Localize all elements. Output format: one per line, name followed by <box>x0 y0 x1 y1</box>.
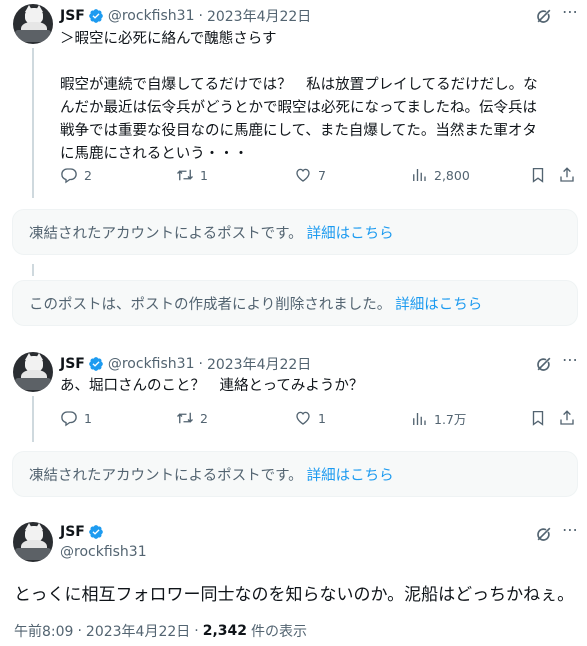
notice-text: 凍結されたアカウントによるポストです。 <box>29 467 303 484</box>
action-bar: 1 2 1 1.7万 <box>60 409 582 431</box>
grok-icon[interactable] <box>534 524 554 544</box>
reply-icon <box>60 409 78 427</box>
tweet-text-line: んだか最近は伝令兵がどうとかで暇空は必死になってましたね。伝令兵は <box>60 100 538 116</box>
tweet-text: とっくに相互フォロワー同士なのを知らないのか。泥船はどっちかねぇ。 <box>14 585 575 605</box>
repost-button[interactable]: 2 <box>176 409 208 427</box>
grok-icon[interactable] <box>534 6 554 26</box>
tweet-header-handle: @rockfish31 <box>60 544 147 560</box>
tweet-text-line: ＞暇空に必死に絡んで醜態さらす <box>60 31 277 47</box>
verified-badge-icon <box>88 356 104 372</box>
tweet-date[interactable]: 2023年4月22日 <box>207 6 311 26</box>
views-button[interactable]: 1.7万 <box>410 409 466 428</box>
verified-badge-icon <box>88 8 104 24</box>
bookmark-icon[interactable] <box>529 409 547 427</box>
tweet-text-line: あ、堀口さんのこと？ 連絡とってみようか？ <box>60 378 364 394</box>
suspended-account-notice: 凍結されたアカウントによるポストです。 詳細はこちら <box>12 209 578 255</box>
views-button[interactable]: 2,800 <box>410 166 470 184</box>
thread-line <box>32 396 34 442</box>
display-name[interactable]: JSF <box>60 524 85 540</box>
separator: · <box>198 8 203 24</box>
learn-more-link[interactable]: 詳細はこちら <box>307 222 394 243</box>
tweet-text-line: 戦争では重要な役目なのに馬鹿にして、また自爆してた。当然また軍オタ <box>60 123 537 139</box>
more-icon[interactable]: ⋯ <box>562 350 579 369</box>
bookmark-icon[interactable] <box>529 166 547 184</box>
deleted-post-notice: このポストは、ポストの作成者により削除されました。 詳細はこちら <box>12 280 578 326</box>
share-icon[interactable] <box>558 409 576 427</box>
reply-button[interactable]: 1 <box>60 409 92 427</box>
separator: · <box>198 356 203 372</box>
learn-more-link[interactable]: 詳細はこちら <box>307 464 394 485</box>
user-handle[interactable]: @rockfish31 <box>108 356 195 372</box>
learn-more-link[interactable]: 詳細はこちら <box>395 293 482 314</box>
tweet-text: ＞暇空に必死に絡んで醜態さらす 暇空が連続で自爆してるだけでは？ 私は放置プレイ… <box>60 28 538 166</box>
tweet-header: JSF @rockfish31 · 2023年4月22日 <box>60 354 311 374</box>
thread-line <box>32 264 34 276</box>
tweet-time[interactable]: 午前8:09 <box>14 621 73 641</box>
repost-icon <box>176 166 194 184</box>
thread-line <box>32 48 34 198</box>
like-count: 7 <box>318 167 326 183</box>
tweet-text-line: 暇空が連続で自爆してるだけでは？ 私は放置プレイしてるだけだし。な <box>60 77 538 93</box>
action-bar: 2 1 7 2,800 <box>60 166 582 188</box>
like-icon <box>294 166 312 184</box>
repost-count: 1 <box>200 167 208 183</box>
repost-button[interactable]: 1 <box>176 166 208 184</box>
views-icon <box>410 166 428 184</box>
like-icon <box>294 409 312 427</box>
like-count: 1 <box>318 410 326 426</box>
reply-icon <box>60 166 78 184</box>
views-label: 件の表示 <box>251 624 308 640</box>
display-name[interactable]: JSF <box>60 356 85 372</box>
reply-count: 2 <box>84 167 92 183</box>
more-icon[interactable]: ⋯ <box>562 520 579 539</box>
repost-icon <box>176 409 194 427</box>
views-icon <box>410 410 428 428</box>
tweet-meta: 午前8:09 · 2023年4月22日 · 2,342 件の表示 <box>14 621 307 641</box>
display-name[interactable]: JSF <box>60 8 85 24</box>
avatar[interactable] <box>13 4 53 44</box>
repost-count: 2 <box>200 410 208 426</box>
grok-icon[interactable] <box>534 354 554 374</box>
tweet-text: あ、堀口さんのこと？ 連絡とってみようか？ <box>60 375 363 398</box>
tweet-header: JSF @rockfish31 · 2023年4月22日 <box>60 6 311 26</box>
tweet-date[interactable]: 2023年4月22日 <box>86 621 190 641</box>
user-handle[interactable]: @rockfish31 <box>60 544 147 560</box>
tweet-text-line: に馬鹿にされるという・・・ <box>60 146 249 162</box>
notice-text: このポストは、ポストの作成者により削除されました。 <box>29 296 392 313</box>
tweet-header: JSF <box>60 524 108 540</box>
reply-count: 1 <box>84 410 92 426</box>
notice-text: 凍結されたアカウントによるポストです。 <box>29 225 303 242</box>
tweet-text-line <box>60 51 538 74</box>
avatar[interactable] <box>13 352 53 392</box>
views-count: 2,800 <box>434 167 470 183</box>
views-count: 1.7万 <box>434 412 467 427</box>
separator: · <box>194 623 199 639</box>
separator: · <box>77 623 82 639</box>
verified-badge-icon <box>88 524 104 540</box>
more-icon[interactable]: ⋯ <box>562 2 579 21</box>
like-button[interactable]: 7 <box>294 166 326 184</box>
reply-button[interactable]: 2 <box>60 166 92 184</box>
user-handle[interactable]: @rockfish31 <box>108 8 195 24</box>
like-button[interactable]: 1 <box>294 409 326 427</box>
tweet-date[interactable]: 2023年4月22日 <box>207 354 311 374</box>
avatar[interactable] <box>13 522 53 562</box>
suspended-account-notice: 凍結されたアカウントによるポストです。 詳細はこちら <box>12 451 578 497</box>
views-count: 2,342 <box>202 623 248 639</box>
share-icon[interactable] <box>558 166 576 184</box>
